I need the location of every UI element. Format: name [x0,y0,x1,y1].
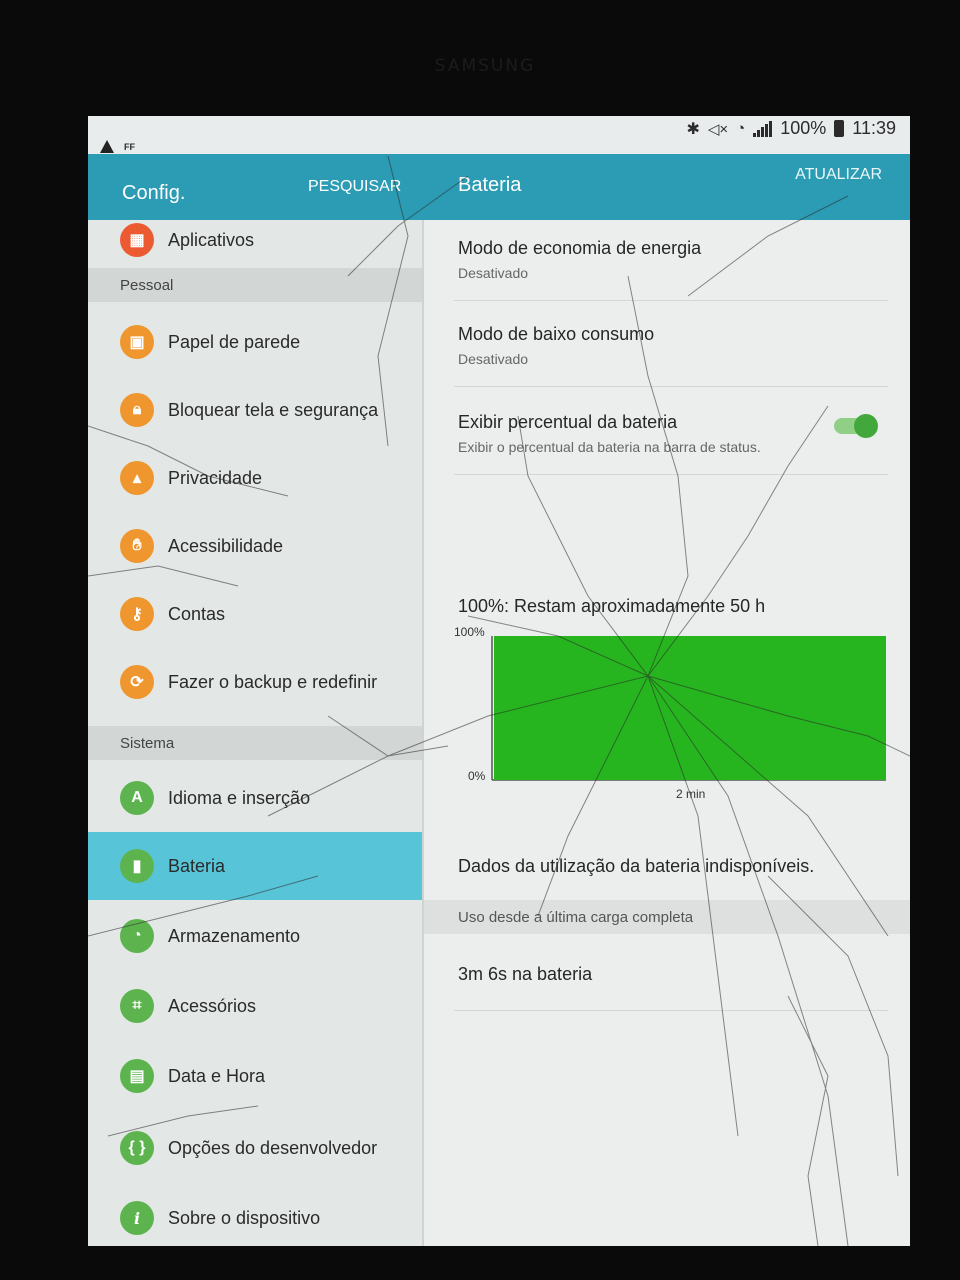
apps-icon: ▦ [120,223,154,257]
menu-item-label: Acessibilidade [168,535,284,556]
x-tick-label: 2 min [676,787,705,801]
developer-icon: { } [120,1131,154,1165]
menu-item-privacidade[interactable]: ▴ Privacidade [88,444,422,512]
wifi-icon: ◔ [736,120,746,137]
info-icon: i [120,1201,154,1235]
menu-item-sobre[interactable]: i Sobre o dispositivo [88,1184,422,1246]
section-header-sistema: Sistema [88,726,422,760]
setting-title: Modo de baixo consumo [458,324,655,344]
page-title: Bateria [458,174,522,196]
section-header-pessoal: Pessoal [88,268,422,302]
accessories-icon: ⌗ [120,989,154,1023]
menu-item-label: Acessórios [168,995,257,1016]
signal-icon [753,120,773,137]
divider [454,386,888,387]
menu-item-label: Papel de parede [168,331,301,352]
divider [454,300,888,301]
menu-item-backup[interactable]: ⟳ Fazer o backup e redefinir [88,648,422,716]
mute-icon: ◁× [707,120,729,138]
show-battery-percent-setting[interactable]: Exibir percentual da bateria Exibir o pe… [458,412,828,455]
notification-icon: FF [124,141,135,152]
menu-item-label: Opções do desenvolvedor [168,1137,378,1158]
y-tick-label: 0% [468,769,486,783]
status-bar: FF ✱ ◁× ◔ 100% 11:39 [88,116,910,154]
calendar-icon: ▤ [120,1059,154,1093]
bluetooth-icon: ✱ [686,120,700,138]
divider [454,1010,888,1011]
setting-status: Desativado [458,351,529,367]
time-on-battery: 3m 6s na bateria [458,964,593,984]
menu-item-label: Sobre o dispositivo [168,1207,321,1228]
menu-item-label: Fazer o backup e redefinir [168,671,378,692]
refresh-button[interactable]: ATUALIZAR [795,166,882,184]
menu-item-bloquear-tela[interactable]: 🔒︎ Bloquear tela e segurança [88,376,422,444]
battery-icon [834,120,845,137]
menu-item-data-hora[interactable]: ▤ Data e Hora [88,1042,422,1110]
setting-subtitle: Exibir o percentual da bateria na barra … [458,439,761,455]
setting-status: Desativado [458,265,529,281]
lock-icon: 🔒︎ [120,393,154,427]
menu-item-label: Idioma e inserção [168,787,311,808]
battery-percent-toggle[interactable] [834,414,878,438]
menu-item-label: Data e Hora [168,1065,266,1086]
battery-level-area [494,636,886,780]
settings-menu: ▦ Aplicativos Pessoal ▣ Papel de parede … [88,220,422,1246]
menu-item-label: Aplicativos [168,229,255,250]
menu-item-aplicativos[interactable]: ▦ Aplicativos [88,206,422,274]
toggle-knob [854,414,878,438]
menu-item-contas[interactable]: ⚷ Contas [88,580,422,648]
battery-settings: Modo de economia de energia Desativado M… [424,220,910,1246]
menu-item-label: Contas [168,603,226,624]
divider [454,474,888,475]
usage-unavailable-message: Dados da utilização da bateria indisponí… [458,856,815,876]
setting-title: Modo de economia de energia [458,238,702,258]
menu-item-armazenamento[interactable]: ◔ Armazenamento [88,902,422,970]
battery-percent: 100% [780,118,827,138]
backup-icon: ⟳ [120,665,154,699]
menu-item-label: Armazenamento [168,925,301,946]
y-tick-label: 100% [454,625,485,639]
device-brand-logo: SAMSUNG [434,56,536,76]
menu-item-label: Bateria [168,855,226,876]
menu-item-idioma[interactable]: A Idioma e inserção [88,764,422,832]
settings-title: Config. [122,182,186,204]
tablet-screen: FF ✱ ◁× ◔ 100% 11:39 Config. PESQUISAR B… [88,116,910,1246]
clock: 11:39 [852,118,896,138]
ultra-power-saving-setting[interactable]: Modo de baixo consumo Desativado [458,324,888,367]
storage-icon: ◔ [120,919,154,953]
language-icon: A [120,781,154,815]
battery-icon: ▮ [120,849,154,883]
menu-item-desenvolvedor[interactable]: { } Opções do desenvolvedor [88,1114,422,1182]
power-saving-mode-setting[interactable]: Modo de economia de energia Desativado [458,238,888,281]
warning-icon [100,140,114,153]
menu-item-label: Privacidade [168,467,263,488]
hand-icon: ✋︎ [120,529,154,563]
battery-usage-chart: 100% 0% 2 min [454,625,886,801]
setting-title: Exibir percentual da bateria [458,412,678,432]
privacy-icon: ▴ [120,461,154,495]
wallpaper-icon: ▣ [120,325,154,359]
menu-item-acessorios[interactable]: ⌗ Acessórios [88,972,422,1040]
search-button[interactable]: PESQUISAR [308,178,401,196]
usage-since-header: Uso desde a última carga completa [424,900,910,934]
key-icon: ⚷ [120,597,154,631]
menu-item-papel-de-parede[interactable]: ▣ Papel de parede [88,308,422,376]
menu-item-bateria[interactable]: ▮ Bateria [88,832,422,900]
menu-item-label: Bloquear tela e segurança [168,399,379,420]
battery-estimate: 100%: Restam aproximadamente 50 h [458,596,766,616]
menu-item-acessibilidade[interactable]: ✋︎ Acessibilidade [88,512,422,580]
